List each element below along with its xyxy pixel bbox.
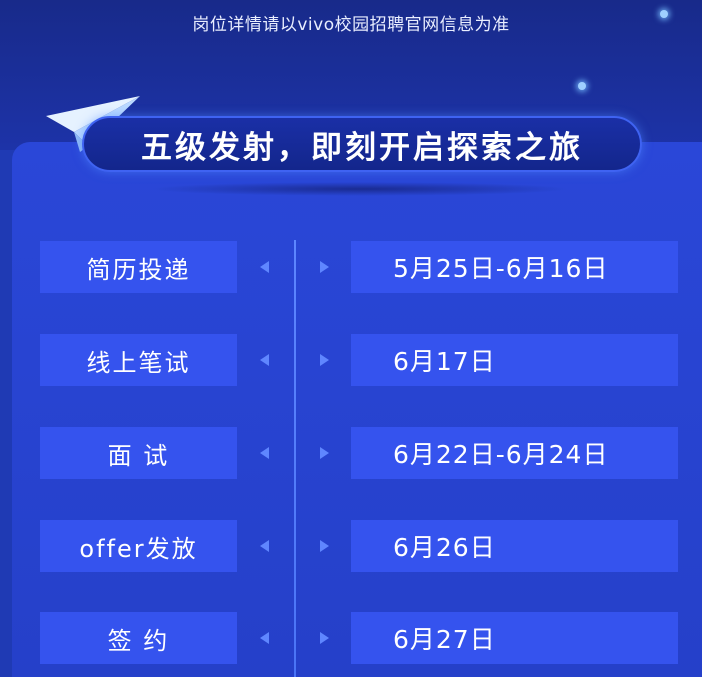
stage-label-interview: 面 试: [40, 427, 237, 479]
stage-date-signing: 6月27日: [351, 612, 678, 664]
stage-date-written-test: 6月17日: [351, 334, 678, 386]
title-shadow: [150, 182, 570, 196]
page-title: 五级发射，即刻开启探索之旅: [82, 116, 642, 172]
arrow-right-icon: [320, 261, 329, 273]
stage-date-resume: 5月25日-6月16日: [351, 241, 678, 293]
stage-label-offer: offer发放: [40, 520, 237, 572]
arrow-left-icon: [260, 354, 269, 366]
arrow-left-icon: [260, 632, 269, 644]
arrow-right-icon: [320, 447, 329, 459]
stage-label-signing: 签 约: [40, 612, 237, 664]
arrow-right-icon: [320, 354, 329, 366]
star-decoration: [660, 10, 668, 18]
arrow-right-icon: [320, 540, 329, 552]
stage-label-written-test: 线上笔试: [40, 334, 237, 386]
arrow-left-icon: [260, 540, 269, 552]
timeline-panel: [12, 142, 702, 677]
stage-label-resume: 简历投递: [40, 241, 237, 293]
arrow-left-icon: [260, 447, 269, 459]
stage-date-interview: 6月22日-6月24日: [351, 427, 678, 479]
arrow-right-icon: [320, 632, 329, 644]
arrow-left-icon: [260, 261, 269, 273]
stage-date-offer: 6月26日: [351, 520, 678, 572]
star-decoration: [578, 82, 586, 90]
timeline-divider: [294, 240, 296, 677]
notice-text: 岗位详情请以vivo校园招聘官网信息为准: [192, 15, 510, 35]
